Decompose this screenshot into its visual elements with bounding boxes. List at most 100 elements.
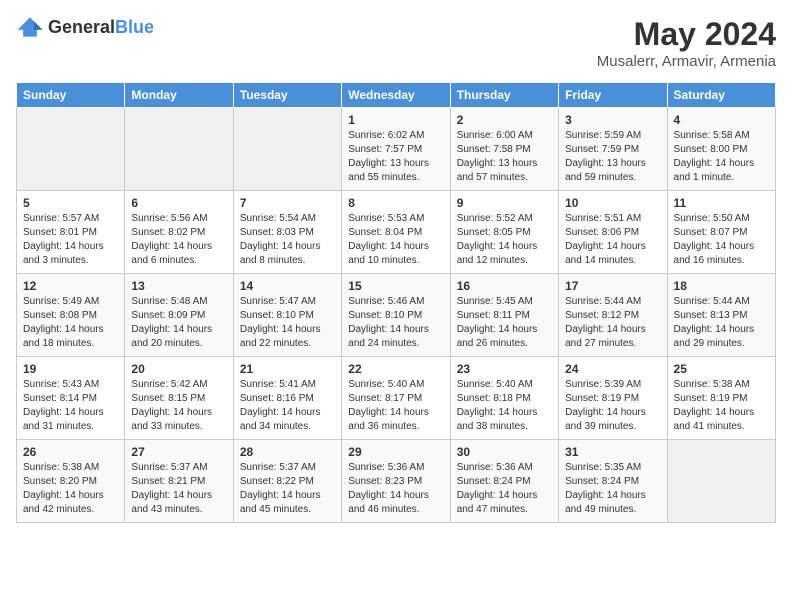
sunset-label: Sunset: 8:22 PM (240, 476, 314, 487)
daylight-label: Daylight: 14 hours and 1 minute. (674, 158, 755, 183)
sunset-label: Sunset: 7:58 PM (457, 144, 531, 155)
day-number: 23 (457, 362, 552, 376)
logo: GeneralBlue (16, 16, 154, 38)
sunset-label: Sunset: 8:09 PM (131, 310, 205, 321)
sunrise-label: Sunrise: 5:42 AM (131, 379, 207, 390)
daylight-label: Daylight: 14 hours and 18 minutes. (23, 324, 104, 349)
day-number: 17 (565, 279, 660, 293)
calendar-cell: 21 Sunrise: 5:41 AM Sunset: 8:16 PM Dayl… (233, 357, 341, 440)
sunset-label: Sunset: 8:07 PM (674, 227, 748, 238)
day-number: 5 (23, 196, 118, 210)
day-number: 13 (131, 279, 226, 293)
title-block: May 2024 Musalerr, Armavir, Armenia (597, 16, 776, 70)
sunrise-label: Sunrise: 5:51 AM (565, 213, 641, 224)
sunset-label: Sunset: 8:20 PM (23, 476, 97, 487)
day-number: 31 (565, 445, 660, 459)
day-number: 12 (23, 279, 118, 293)
sunrise-label: Sunrise: 5:50 AM (674, 213, 750, 224)
calendar-cell: 14 Sunrise: 5:47 AM Sunset: 8:10 PM Dayl… (233, 274, 341, 357)
calendar-cell: 23 Sunrise: 5:40 AM Sunset: 8:18 PM Dayl… (450, 357, 558, 440)
col-header-friday: Friday (559, 83, 667, 108)
cell-content: Sunrise: 5:37 AM Sunset: 8:22 PM Dayligh… (240, 461, 335, 517)
cell-content: Sunrise: 5:53 AM Sunset: 8:04 PM Dayligh… (348, 212, 443, 268)
cell-content: Sunrise: 5:44 AM Sunset: 8:12 PM Dayligh… (565, 295, 660, 351)
daylight-label: Daylight: 14 hours and 31 minutes. (23, 407, 104, 432)
day-number: 7 (240, 196, 335, 210)
cell-content: Sunrise: 5:46 AM Sunset: 8:10 PM Dayligh… (348, 295, 443, 351)
calendar-week-row: 19 Sunrise: 5:43 AM Sunset: 8:14 PM Dayl… (17, 357, 776, 440)
day-number: 9 (457, 196, 552, 210)
cell-content: Sunrise: 5:41 AM Sunset: 8:16 PM Dayligh… (240, 378, 335, 434)
calendar-location: Musalerr, Armavir, Armenia (597, 53, 776, 70)
sunset-label: Sunset: 8:06 PM (565, 227, 639, 238)
sunset-label: Sunset: 8:12 PM (565, 310, 639, 321)
sunrise-label: Sunrise: 5:43 AM (23, 379, 99, 390)
daylight-label: Daylight: 14 hours and 47 minutes. (457, 490, 538, 515)
sunrise-label: Sunrise: 5:45 AM (457, 296, 533, 307)
day-number: 20 (131, 362, 226, 376)
sunset-label: Sunset: 8:24 PM (457, 476, 531, 487)
daylight-label: Daylight: 14 hours and 10 minutes. (348, 241, 429, 266)
calendar-cell: 9 Sunrise: 5:52 AM Sunset: 8:05 PM Dayli… (450, 191, 558, 274)
col-header-tuesday: Tuesday (233, 83, 341, 108)
sunrise-label: Sunrise: 5:59 AM (565, 130, 641, 141)
daylight-label: Daylight: 14 hours and 20 minutes. (131, 324, 212, 349)
daylight-label: Daylight: 14 hours and 22 minutes. (240, 324, 321, 349)
calendar-cell: 16 Sunrise: 5:45 AM Sunset: 8:11 PM Dayl… (450, 274, 558, 357)
day-number: 4 (674, 113, 769, 127)
day-number: 6 (131, 196, 226, 210)
calendar-cell (17, 108, 125, 191)
cell-content: Sunrise: 5:48 AM Sunset: 8:09 PM Dayligh… (131, 295, 226, 351)
calendar-week-row: 1 Sunrise: 6:02 AM Sunset: 7:57 PM Dayli… (17, 108, 776, 191)
sunrise-label: Sunrise: 5:47 AM (240, 296, 316, 307)
sunrise-label: Sunrise: 5:37 AM (131, 462, 207, 473)
cell-content: Sunrise: 5:40 AM Sunset: 8:18 PM Dayligh… (457, 378, 552, 434)
sunset-label: Sunset: 8:16 PM (240, 393, 314, 404)
sunrise-label: Sunrise: 6:00 AM (457, 130, 533, 141)
calendar-cell: 18 Sunrise: 5:44 AM Sunset: 8:13 PM Dayl… (667, 274, 775, 357)
calendar-cell: 22 Sunrise: 5:40 AM Sunset: 8:17 PM Dayl… (342, 357, 450, 440)
cell-content: Sunrise: 5:59 AM Sunset: 7:59 PM Dayligh… (565, 129, 660, 185)
calendar-cell (667, 440, 775, 523)
daylight-label: Daylight: 14 hours and 42 minutes. (23, 490, 104, 515)
daylight-label: Daylight: 14 hours and 39 minutes. (565, 407, 646, 432)
sunset-label: Sunset: 8:19 PM (674, 393, 748, 404)
sunset-label: Sunset: 8:10 PM (240, 310, 314, 321)
calendar-table: SundayMondayTuesdayWednesdayThursdayFrid… (16, 82, 776, 523)
calendar-cell: 17 Sunrise: 5:44 AM Sunset: 8:12 PM Dayl… (559, 274, 667, 357)
calendar-cell (233, 108, 341, 191)
sunset-label: Sunset: 8:00 PM (674, 144, 748, 155)
calendar-cell: 29 Sunrise: 5:36 AM Sunset: 8:23 PM Dayl… (342, 440, 450, 523)
calendar-week-row: 12 Sunrise: 5:49 AM Sunset: 8:08 PM Dayl… (17, 274, 776, 357)
calendar-cell: 1 Sunrise: 6:02 AM Sunset: 7:57 PM Dayli… (342, 108, 450, 191)
sunrise-label: Sunrise: 5:36 AM (457, 462, 533, 473)
daylight-label: Daylight: 14 hours and 43 minutes. (131, 490, 212, 515)
calendar-cell: 7 Sunrise: 5:54 AM Sunset: 8:03 PM Dayli… (233, 191, 341, 274)
cell-content: Sunrise: 5:35 AM Sunset: 8:24 PM Dayligh… (565, 461, 660, 517)
cell-content: Sunrise: 5:37 AM Sunset: 8:21 PM Dayligh… (131, 461, 226, 517)
sunrise-label: Sunrise: 6:02 AM (348, 130, 424, 141)
cell-content: Sunrise: 5:36 AM Sunset: 8:24 PM Dayligh… (457, 461, 552, 517)
daylight-label: Daylight: 14 hours and 3 minutes. (23, 241, 104, 266)
daylight-label: Daylight: 14 hours and 46 minutes. (348, 490, 429, 515)
logo-icon (16, 16, 44, 38)
cell-content: Sunrise: 5:49 AM Sunset: 8:08 PM Dayligh… (23, 295, 118, 351)
calendar-cell: 25 Sunrise: 5:38 AM Sunset: 8:19 PM Dayl… (667, 357, 775, 440)
cell-content: Sunrise: 5:40 AM Sunset: 8:17 PM Dayligh… (348, 378, 443, 434)
sunset-label: Sunset: 8:03 PM (240, 227, 314, 238)
day-number: 30 (457, 445, 552, 459)
day-number: 24 (565, 362, 660, 376)
sunset-label: Sunset: 8:21 PM (131, 476, 205, 487)
cell-content: Sunrise: 6:02 AM Sunset: 7:57 PM Dayligh… (348, 129, 443, 185)
sunrise-label: Sunrise: 5:54 AM (240, 213, 316, 224)
day-number: 18 (674, 279, 769, 293)
daylight-label: Daylight: 14 hours and 26 minutes. (457, 324, 538, 349)
calendar-cell: 4 Sunrise: 5:58 AM Sunset: 8:00 PM Dayli… (667, 108, 775, 191)
day-number: 11 (674, 196, 769, 210)
cell-content: Sunrise: 5:36 AM Sunset: 8:23 PM Dayligh… (348, 461, 443, 517)
sunset-label: Sunset: 8:18 PM (457, 393, 531, 404)
calendar-title: May 2024 (597, 16, 776, 53)
logo-blue: Blue (115, 17, 154, 37)
calendar-cell: 19 Sunrise: 5:43 AM Sunset: 8:14 PM Dayl… (17, 357, 125, 440)
day-number: 1 (348, 113, 443, 127)
